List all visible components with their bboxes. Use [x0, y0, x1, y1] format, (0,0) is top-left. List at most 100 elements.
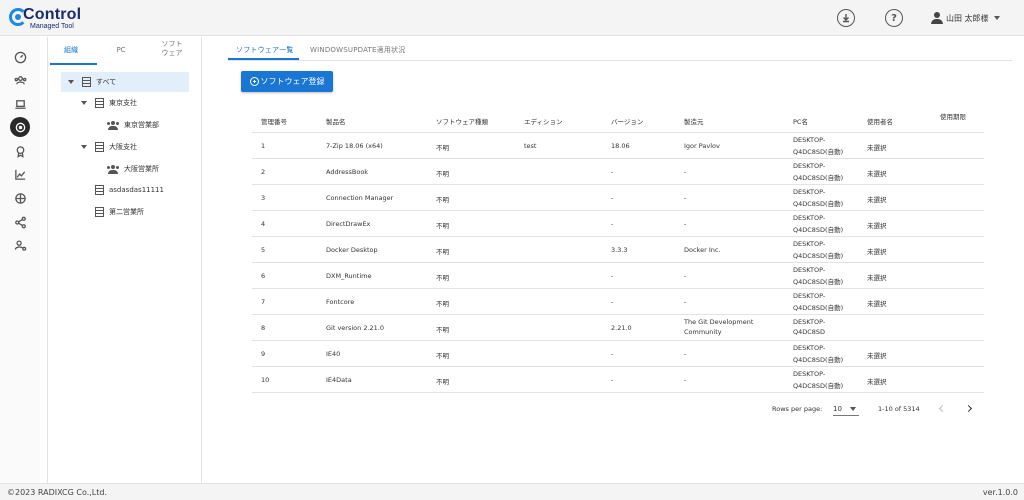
cell-version: 2.21.0	[611, 324, 632, 332]
badge-icon[interactable]	[10, 141, 30, 161]
cell-id: 1	[261, 142, 266, 150]
chevron-left-icon	[938, 404, 946, 412]
cell-type: 不明	[436, 196, 449, 204]
table-row[interactable]: 5 Docker Desktop 不明 3.3.3 Docker Inc. DESKTOP…	[252, 237, 984, 263]
cell-name: DXM_Runtime	[326, 272, 372, 280]
cell-type: 不明	[436, 248, 449, 256]
main-tabs: ソフトウェア一覧 WINDOWSUPDATE適用状況	[228, 37, 1012, 61]
column-header[interactable]: 製造元	[684, 116, 704, 126]
nav-rail	[0, 37, 40, 483]
table-row[interactable]: 8 Git version 2.21.0 不明 2.21.0 The Git Devel…	[252, 315, 984, 341]
rows-per-page-select[interactable]: 10	[833, 402, 859, 416]
prev-page-button[interactable]	[936, 402, 948, 414]
group-icon	[107, 120, 119, 130]
cell-type: 不明	[436, 326, 449, 334]
cell-id: 3	[261, 194, 266, 202]
cell-name: Git version 2.21.0	[326, 324, 385, 332]
cell-maker: -	[684, 272, 687, 280]
table-row[interactable]: 6 DXM_Runtime 不明 - - DESKTOP- Q4DC8SD(自動) 未選択	[252, 263, 984, 289]
cell-id: 9	[261, 350, 266, 358]
chevron-down-icon[interactable]	[68, 80, 74, 84]
user-settings-icon[interactable]	[10, 235, 30, 255]
laptop-icon[interactable]	[10, 94, 30, 114]
column-header[interactable]: 管理番号	[261, 116, 287, 126]
cell-id: 6	[261, 272, 266, 280]
users-icon[interactable]	[10, 70, 30, 90]
register-software-button[interactable]: ソフトウェア登録	[241, 71, 333, 92]
cell-user: 未選択	[867, 378, 887, 386]
chevron-down-icon[interactable]	[81, 145, 87, 149]
cell-user: 未選択	[867, 170, 887, 178]
table-row[interactable]: 3 Connection Manager 不明 - - DESKTOP- Q4DC8SD(自…	[252, 185, 984, 211]
table-row[interactable]: 9 IE40 不明 - - DESKTOP- Q4DC8SD(自動) 未選択	[252, 341, 984, 367]
cell-name: Docker Desktop	[326, 246, 378, 254]
table-row[interactable]: 10 IE4Data 不明 - - DESKTOP- Q4DC8SD(自動) 未選択	[252, 367, 984, 393]
cell-id: 8	[261, 324, 266, 332]
column-header[interactable]: PC名	[793, 116, 808, 126]
tree-node-osaka-branch[interactable]: 大阪支社	[81, 137, 137, 157]
cell-version: -	[611, 298, 614, 306]
tab-underline	[50, 63, 97, 65]
cell-type: 不明	[436, 300, 449, 308]
cell-type: 不明	[436, 352, 449, 360]
cell-pc-name: Q4DC8SD(自動)	[793, 174, 844, 182]
next-page-button[interactable]	[962, 402, 974, 414]
tree-node-tokyo-sales[interactable]: 東京営業部	[107, 115, 159, 135]
column-header[interactable]: バージョン	[611, 116, 643, 126]
cell-pc-name: DESKTOP-	[793, 214, 826, 222]
cell-id: 2	[261, 168, 266, 176]
column-header[interactable]: 使用者名	[867, 116, 893, 126]
cell-name: 7-Zip 18.06 (x64)	[326, 142, 383, 150]
app-logo[interactable]: Control Managed Tool	[9, 6, 119, 32]
cell-version: -	[611, 272, 614, 280]
cell-type: 不明	[436, 274, 449, 282]
share-icon[interactable]	[10, 212, 30, 232]
tree-node-label: asdasdas11111	[109, 186, 164, 194]
user-menu[interactable]: 山田 太郎様	[931, 11, 1000, 25]
cell-maker: Igor Pavlov	[684, 142, 720, 150]
table-row[interactable]: 4 DirectDrawEx 不明 - - DESKTOP- Q4DC8SD(自動) 未選択	[252, 211, 984, 237]
cell-type: 不明	[436, 170, 449, 178]
app-version: ver.1.0.0	[982, 488, 1018, 497]
tree-node-label: 第二営業所	[109, 208, 144, 216]
table-row[interactable]: 7 Fontcore 不明 - - DESKTOP- Q4DC8SD(自動) 未選択	[252, 289, 984, 315]
speedometer-icon[interactable]	[10, 47, 30, 67]
cell-version: -	[611, 350, 614, 358]
cell-user: 未選択	[867, 248, 887, 256]
rows-per-page-value: 10	[833, 404, 842, 413]
tab-windows-update[interactable]: WINDOWSUPDATE適用状況	[310, 45, 405, 55]
column-header[interactable]: ソフトウェア種類	[436, 116, 488, 126]
tab-software[interactable]: ソフト ウェア	[152, 40, 192, 58]
cell-pc-name: Q4DC8SD(自動)	[793, 382, 844, 390]
cell-pc-name: DESKTOP-	[793, 162, 826, 170]
disc-icon[interactable]	[10, 117, 30, 137]
tree-node-all[interactable]: すべて	[61, 72, 189, 92]
tree-node-label: 大阪支社	[109, 143, 137, 151]
help-icon[interactable]: ?	[885, 9, 903, 27]
cell-name: IE4Data	[326, 376, 352, 384]
user-icon	[931, 12, 943, 24]
tree-node-tokyo-branch[interactable]: 東京支社	[81, 93, 137, 113]
chart-icon[interactable]	[10, 164, 30, 184]
globe-icon[interactable]	[10, 188, 30, 208]
table-row[interactable]: 2 AddressBook 不明 - - DESKTOP- Q4DC8SD(自動) 未選択	[252, 159, 984, 185]
tab-software-list[interactable]: ソフトウェア一覧	[236, 45, 294, 55]
cell-pc-name: Q4DC8SD(自動)	[793, 200, 844, 208]
download-icon[interactable]	[837, 9, 855, 27]
chevron-down-icon[interactable]	[81, 101, 87, 105]
column-header[interactable]: 使用期限	[940, 111, 966, 121]
cell-pc-name: DESKTOP-	[793, 292, 826, 300]
cell-type: 不明	[436, 222, 449, 230]
tab-pc[interactable]: PC	[106, 46, 136, 55]
column-header[interactable]: 製品名	[326, 116, 346, 126]
column-header[interactable]: エディション	[524, 116, 563, 126]
tree-node-osaka-sales[interactable]: 大阪営業所	[107, 159, 159, 179]
cell-id: 7	[261, 298, 266, 306]
tree-node-asdasdas[interactable]: asdasdas11111	[95, 180, 164, 200]
table-row[interactable]: 1 7-Zip 18.06 (x64) 不明 test 18.06 Igor Pavlov…	[252, 133, 984, 159]
cell-maker: -	[684, 194, 687, 202]
chevron-down-icon	[993, 16, 1000, 20]
tree-node-second-office[interactable]: 第二営業所	[95, 202, 144, 222]
cell-name: Fontcore	[326, 298, 355, 306]
tab-organization[interactable]: 組織	[56, 46, 86, 55]
